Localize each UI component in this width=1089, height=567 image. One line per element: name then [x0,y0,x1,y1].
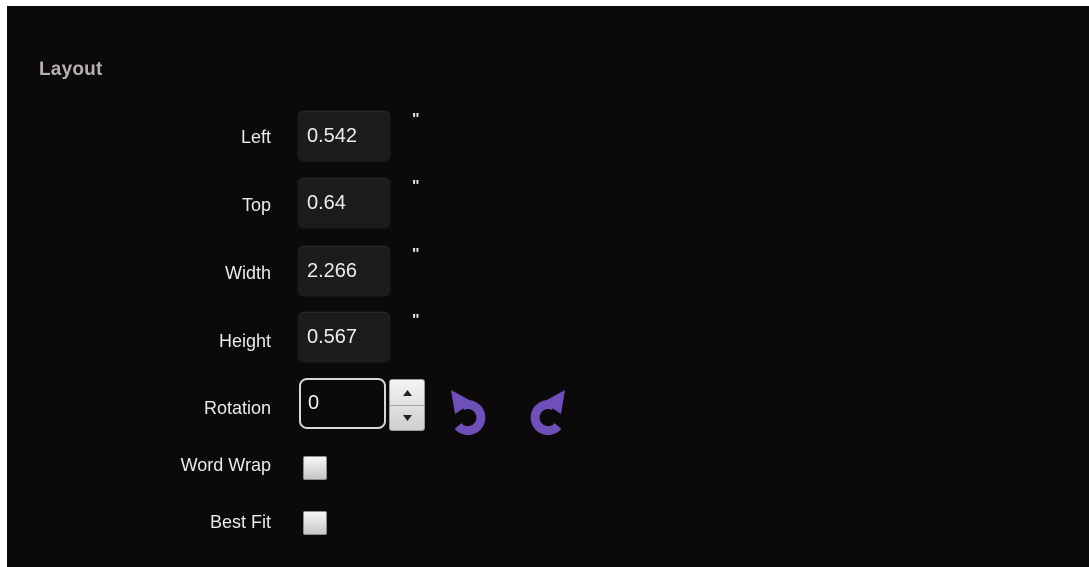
height-label: Height [218,331,271,351]
rotate-left-button[interactable] [448,386,492,436]
rotation-label: Rotation [203,398,271,418]
width-field[interactable]: 2.266 [298,246,390,296]
best-fit-checkbox[interactable] [303,511,327,535]
spin-down-button[interactable] [390,405,424,430]
left-label: Left [240,127,271,147]
rotate-clockwise-icon [530,390,565,436]
best-fit-label: Best Fit [209,512,271,532]
height-unit: " [412,312,420,329]
section-title: Layout [39,59,103,80]
top-unit: " [412,178,420,195]
rotation-spinner [389,379,425,431]
rotation-input[interactable]: 0 [299,378,386,429]
word-wrap-checkbox[interactable] [303,456,327,480]
width-label: Width [224,263,271,283]
width-unit: " [412,246,420,263]
triangle-down-icon [402,414,412,421]
left-field[interactable]: 0.542 [298,111,390,161]
triangle-up-icon [402,389,412,396]
rotate-counterclockwise-icon [451,390,486,436]
top-field[interactable]: 0.64 [298,178,390,228]
top-label: Top [241,195,271,215]
layout-panel: Layout Left 0.542 " Top 0.64 " Width 2.2… [7,6,1089,567]
left-unit: " [412,111,420,128]
spin-up-button[interactable] [390,380,424,406]
word-wrap-label: Word Wrap [180,455,271,475]
rotate-right-button[interactable] [524,386,568,436]
height-field[interactable]: 0.567 [298,312,390,362]
